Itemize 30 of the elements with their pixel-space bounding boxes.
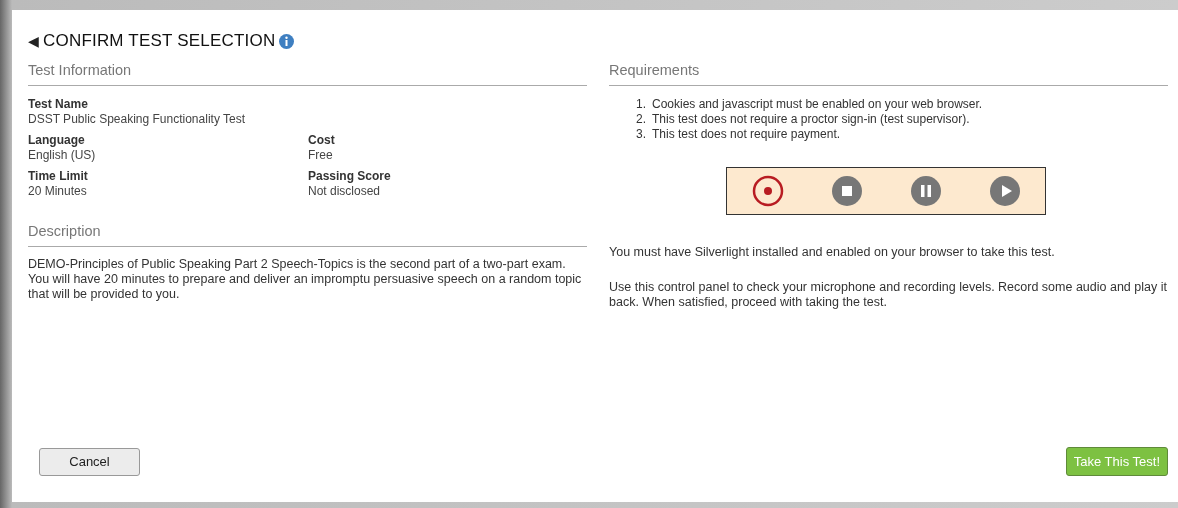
section-heading: Description [28,223,587,247]
list-number: 3. [636,127,646,142]
field-label: Cost [308,133,336,148]
description-text: DEMO-Principles of Public Speaking Part 2 Speech-Topics is the second part of a two-part exam. You will have 20 minutes to prepare and deliver an impromptu persuasive speech on a random topic that will be provided to you. [28,257,583,302]
page-title: CONFIRM TEST SELECTION [43,31,276,51]
pause-button[interactable] [909,175,942,207]
section-heading: Test Information [28,62,587,86]
field-label: Passing Score [308,169,392,184]
field-value: 20 Minutes [28,184,88,199]
field-label: Time Limit [28,169,89,184]
section-heading: Requirements [609,62,1168,86]
record-button[interactable] [751,175,784,207]
info-icon[interactable] [279,33,295,49]
instruction-text: You must have Silverlight installed and enabled on your browser to take this test. [609,245,1056,260]
requirement-text: Cookies and javascript must be enabled on your web browser. [652,97,983,112]
play-button[interactable] [988,175,1021,207]
list-number: 1. [636,97,646,112]
stop-button[interactable] [830,175,863,207]
field-value: DSST Public Speaking Functionality Test [28,112,246,127]
field-value: Not disclosed [308,184,382,199]
requirement-text: This test does not require a proctor sign-in (test supervisor). [652,112,970,127]
cancel-button[interactable]: Cancel [39,447,140,476]
field-value: Free [308,148,334,163]
back-arrow[interactable]: ◀ [28,33,39,49]
requirement-text: This test does not require payment. [652,127,841,142]
instruction-text: Use this control panel to check your microphone and recording levels. Record some audio and play it back. When satisfied, proceed with taking the test. [609,280,1168,310]
field-label: Language [28,133,86,148]
field-label: Test Name [28,97,89,112]
field-value: English (US) [28,148,97,163]
list-number: 2. [636,112,646,127]
